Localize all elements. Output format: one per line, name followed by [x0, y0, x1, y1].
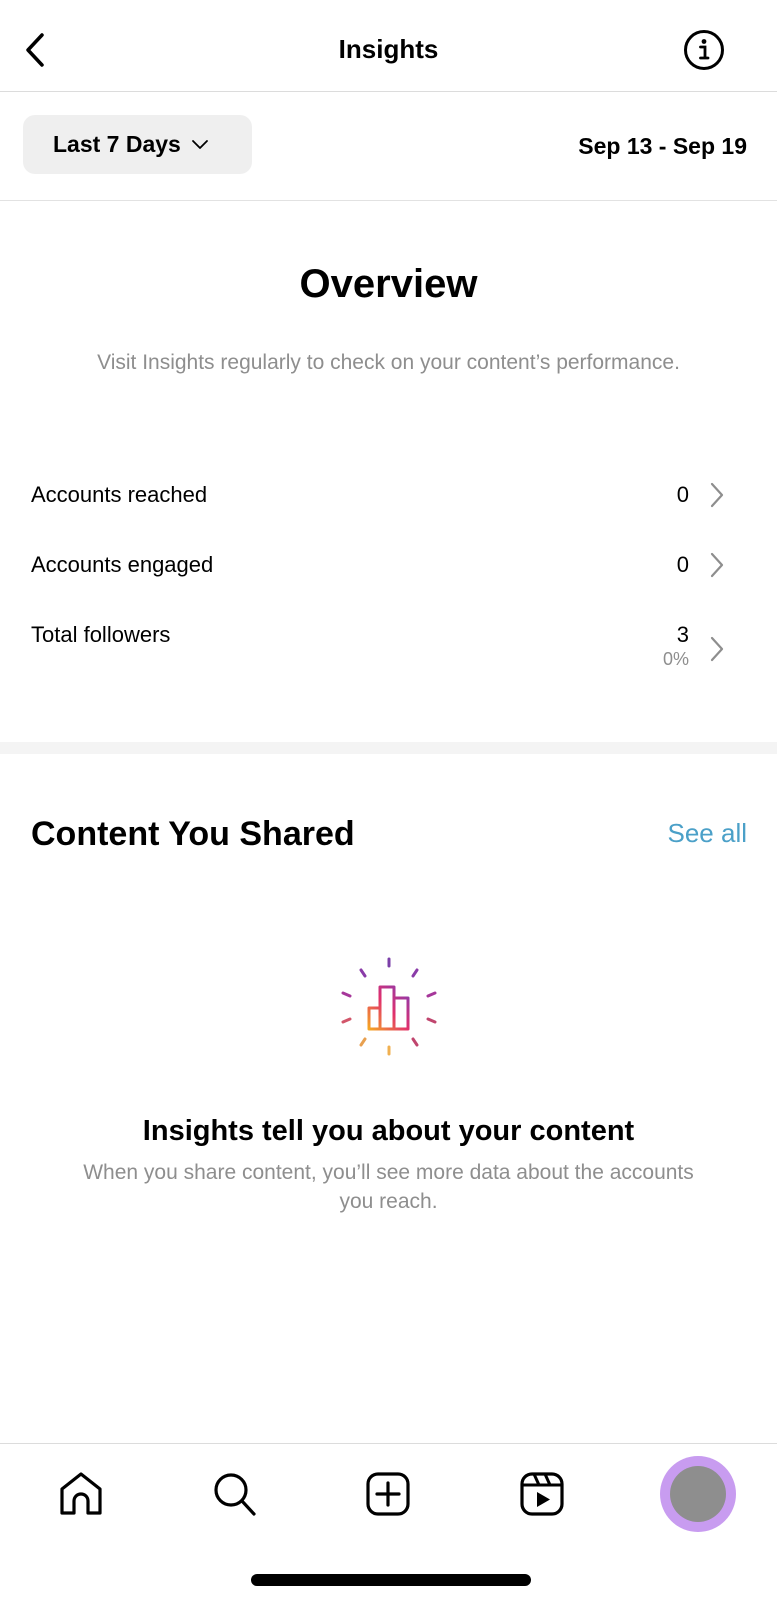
info-button[interactable]	[683, 29, 725, 71]
tab-reels[interactable]	[514, 1466, 570, 1522]
period-dropdown[interactable]: Last 7 Days	[23, 115, 252, 174]
metric-label: Accounts reached	[31, 482, 208, 507]
chevron-right-icon	[710, 636, 724, 662]
tab-create[interactable]	[360, 1466, 416, 1522]
content-shared-heading: Content You Shared	[31, 815, 355, 853]
plus-square-icon	[366, 1472, 410, 1516]
overview-heading: Overview	[299, 262, 478, 306]
metric-row-total-followers[interactable]: Total followers 3 0%	[0, 622, 777, 692]
chevron-right-icon	[710, 552, 724, 578]
tab-home[interactable]	[53, 1466, 109, 1522]
info-circle-icon	[684, 30, 724, 70]
chevron-down-icon	[191, 139, 208, 149]
search-icon	[214, 1473, 256, 1516]
tab-search[interactable]	[207, 1466, 263, 1522]
see-all-link[interactable]: See all	[668, 818, 748, 849]
period-label: Last 7 Days	[53, 131, 181, 157]
reels-icon	[520, 1472, 564, 1516]
insights-bar-chart-icon	[341, 957, 437, 1056]
chevron-right-icon	[710, 482, 724, 508]
metric-row-accounts-reached[interactable]: Accounts reached 0	[0, 482, 777, 542]
metric-value: 3	[676, 622, 689, 647]
metric-row-accounts-engaged[interactable]: Accounts engaged 0	[0, 552, 777, 612]
metric-change-percent: 0%	[662, 649, 689, 669]
date-range: Sep 13 - Sep 19	[578, 133, 747, 159]
empty-state-subtitle: When you share content, you’ll see more …	[83, 1161, 694, 1213]
empty-state-title: Insights tell you about your content	[142, 1115, 635, 1147]
top-nav-bar: Insights	[0, 0, 777, 92]
home-indicator	[251, 1574, 531, 1586]
section-divider	[0, 742, 777, 754]
overview-subtitle: Visit Insights regularly to check on you…	[97, 351, 680, 374]
metric-value: 0	[676, 552, 689, 577]
metric-value: 0	[676, 482, 689, 507]
tab-profile[interactable]	[660, 1456, 736, 1532]
avatar	[670, 1466, 726, 1522]
metric-label: Total followers	[31, 622, 171, 647]
home-icon	[60, 1472, 102, 1515]
metric-label: Accounts engaged	[31, 552, 214, 577]
date-filter-bar: Last 7 Days Sep 13 - Sep 19	[0, 93, 777, 201]
page-title: Insights	[338, 34, 439, 64]
